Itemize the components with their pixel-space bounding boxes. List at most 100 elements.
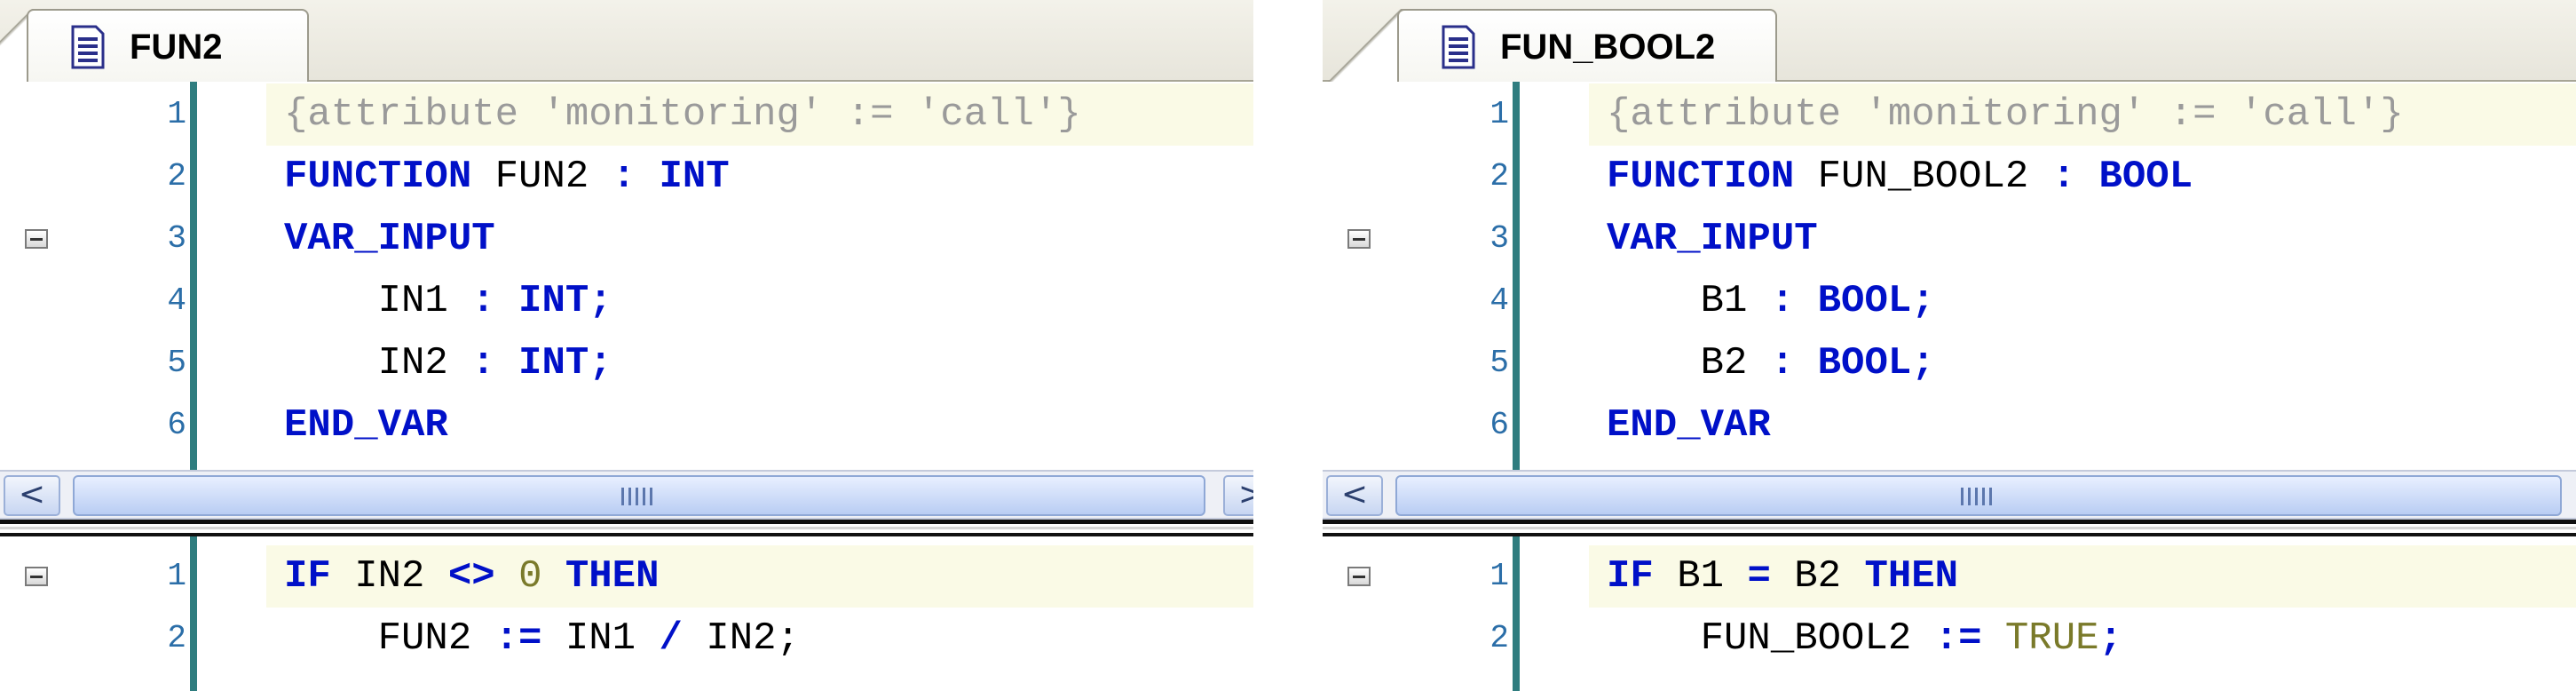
code-text: VAR_INPUT [1607,208,1818,270]
line-number: 2 [167,620,186,656]
tab-edge [1324,9,1404,83]
scrollbar-thumb[interactable] [73,475,1205,516]
code-text: FUN2 := IN1 / IN2; [284,608,800,670]
code-token: : [471,279,495,323]
horizontal-scrollbar[interactable]: < [1323,470,2576,520]
code-text: FUNCTION FUN_BOOL2 : BOOL [1607,146,2193,208]
declaration-editor[interactable]: 1 {attribute 'monitoring' := 'call'} 2 FUNC… [1323,82,2576,470]
code-token: IN1 [541,616,660,661]
code-token: END_VAR [1607,403,1771,448]
code-token: FUN_BOOL2 [1607,616,1935,661]
code-line[interactable]: 4 B1 : BOOL; [1323,270,2576,332]
code-line[interactable]: 2 FUN_BOOL2 := TRUE; [1323,608,2576,670]
code-line[interactable]: 2 FUNCTION FUN_BOOL2 : BOOL [1323,146,2576,208]
implementation-editor[interactable]: 1 IF B1 = B2 THEN 2 FUN_BOOL2 := TRUE; [1323,536,2576,691]
code-line[interactable]: 3 VAR_INPUT [0,208,1253,270]
editor-splitter[interactable] [0,520,1253,536]
code-line[interactable]: 2 FUN2 := IN1 / IN2; [0,608,1253,670]
code-token: <> [447,554,495,599]
scroll-right-button[interactable]: > [1223,475,1253,516]
horizontal-scrollbar[interactable]: < > [0,470,1253,520]
code-line[interactable]: 4 IN1 : INT; [0,270,1253,332]
code-text: END_VAR [284,394,448,457]
scroll-left-button[interactable]: < [4,475,60,516]
code-token: IF [1607,554,1654,599]
code-line[interactable]: 2 FUNCTION FUN2 : INT [0,146,1253,208]
grip-icon [1961,488,1996,505]
tab-fun2[interactable]: FUN2 [27,9,309,83]
code-token: FUN_BOOL2 [1794,155,2052,199]
code-line[interactable]: 5 IN2 : INT; [0,332,1253,394]
code-line[interactable]: 5 B2 : BOOL; [1323,332,2576,394]
document-icon [71,25,105,69]
code-line[interactable]: 6 END_VAR [1323,394,2576,457]
line-number: 1 [1489,558,1509,594]
code-token: THEN [565,554,660,599]
code-line[interactable]: 3 VAR_INPUT [1323,208,2576,270]
line-number: 1 [167,96,186,132]
tab-bar: FUN_BOOL2 [1323,0,2576,83]
code-token: / [659,616,683,661]
code-token: FUN2 [471,155,612,199]
collapse-icon[interactable] [25,229,48,249]
scroll-left-button[interactable]: < [1326,475,1383,516]
code-token: : [471,341,495,385]
code-text: IN2 : INT; [284,332,612,394]
code-token: : [2051,155,2076,199]
code-line[interactable]: 1 IF B1 = B2 THEN [1323,545,2576,608]
line-number: 2 [1489,620,1509,656]
code-line[interactable]: 1 IF IN2 <> 0 THEN [0,545,1253,608]
editor-splitter[interactable] [1323,520,2576,536]
code-text: FUN_BOOL2 := TRUE; [1607,608,2122,670]
line-number: 2 [1489,158,1509,195]
code-text: IF B1 = B2 THEN [1607,545,1958,608]
line-number: 1 [167,558,186,594]
code-line[interactable]: 6 END_VAR [0,394,1253,457]
line-number: 5 [1489,345,1509,381]
code-token: THEN [1864,554,1959,599]
code-token: := [1934,616,1982,661]
tab-bar: FUN2 [0,0,1253,83]
code-token: IN2; [682,616,800,661]
code-token: IF [284,554,331,599]
code-token: FUN2 [284,616,495,661]
line-number: 2 [167,158,186,195]
code-line[interactable]: 1 {attribute 'monitoring' := 'call'} [0,83,1253,146]
code-text: {attribute 'monitoring' := 'call'} [1607,83,2404,146]
editor-panel-fun2: FUN2 1 {attribute 'monitoring' := 'call'}… [0,0,1253,691]
code-token: FUNCTION [284,155,472,199]
code-token: = [1747,554,1771,599]
line-number: 4 [1489,282,1509,319]
document-icon [1442,25,1475,69]
implementation-editor[interactable]: 1 IF IN2 <> 0 THEN 2 FUN2 := IN1 / IN2; [0,536,1253,691]
code-token: INT [659,155,730,199]
code-token: INT; [518,279,612,323]
code-token: : [1770,341,1795,385]
collapse-icon[interactable] [25,567,48,586]
code-text: VAR_INPUT [284,208,495,270]
code-token: := [494,616,542,661]
collapse-icon[interactable] [1347,567,1371,586]
code-text: END_VAR [1607,394,1771,457]
code-token: IN1 [284,279,472,323]
code-token: VAR_INPUT [1607,217,1818,261]
code-token: INT; [518,341,612,385]
collapse-icon[interactable] [1347,229,1371,249]
scrollbar-thumb[interactable] [1395,475,2562,516]
line-number: 6 [167,407,186,443]
code-token: B1 [1653,554,1748,599]
code-token: IN2 [330,554,448,599]
declaration-editor[interactable]: 1 {attribute 'monitoring' := 'call'} 2 FUNC… [0,82,1253,470]
code-token: BOOL; [1817,341,1935,385]
grip-icon [621,488,657,505]
code-line[interactable]: 1 {attribute 'monitoring' := 'call'} [1323,83,2576,146]
code-token: FUNCTION [1607,155,1795,199]
code-token: B2 [1607,341,1771,385]
tab-fun-bool2[interactable]: FUN_BOOL2 [1397,9,1777,83]
